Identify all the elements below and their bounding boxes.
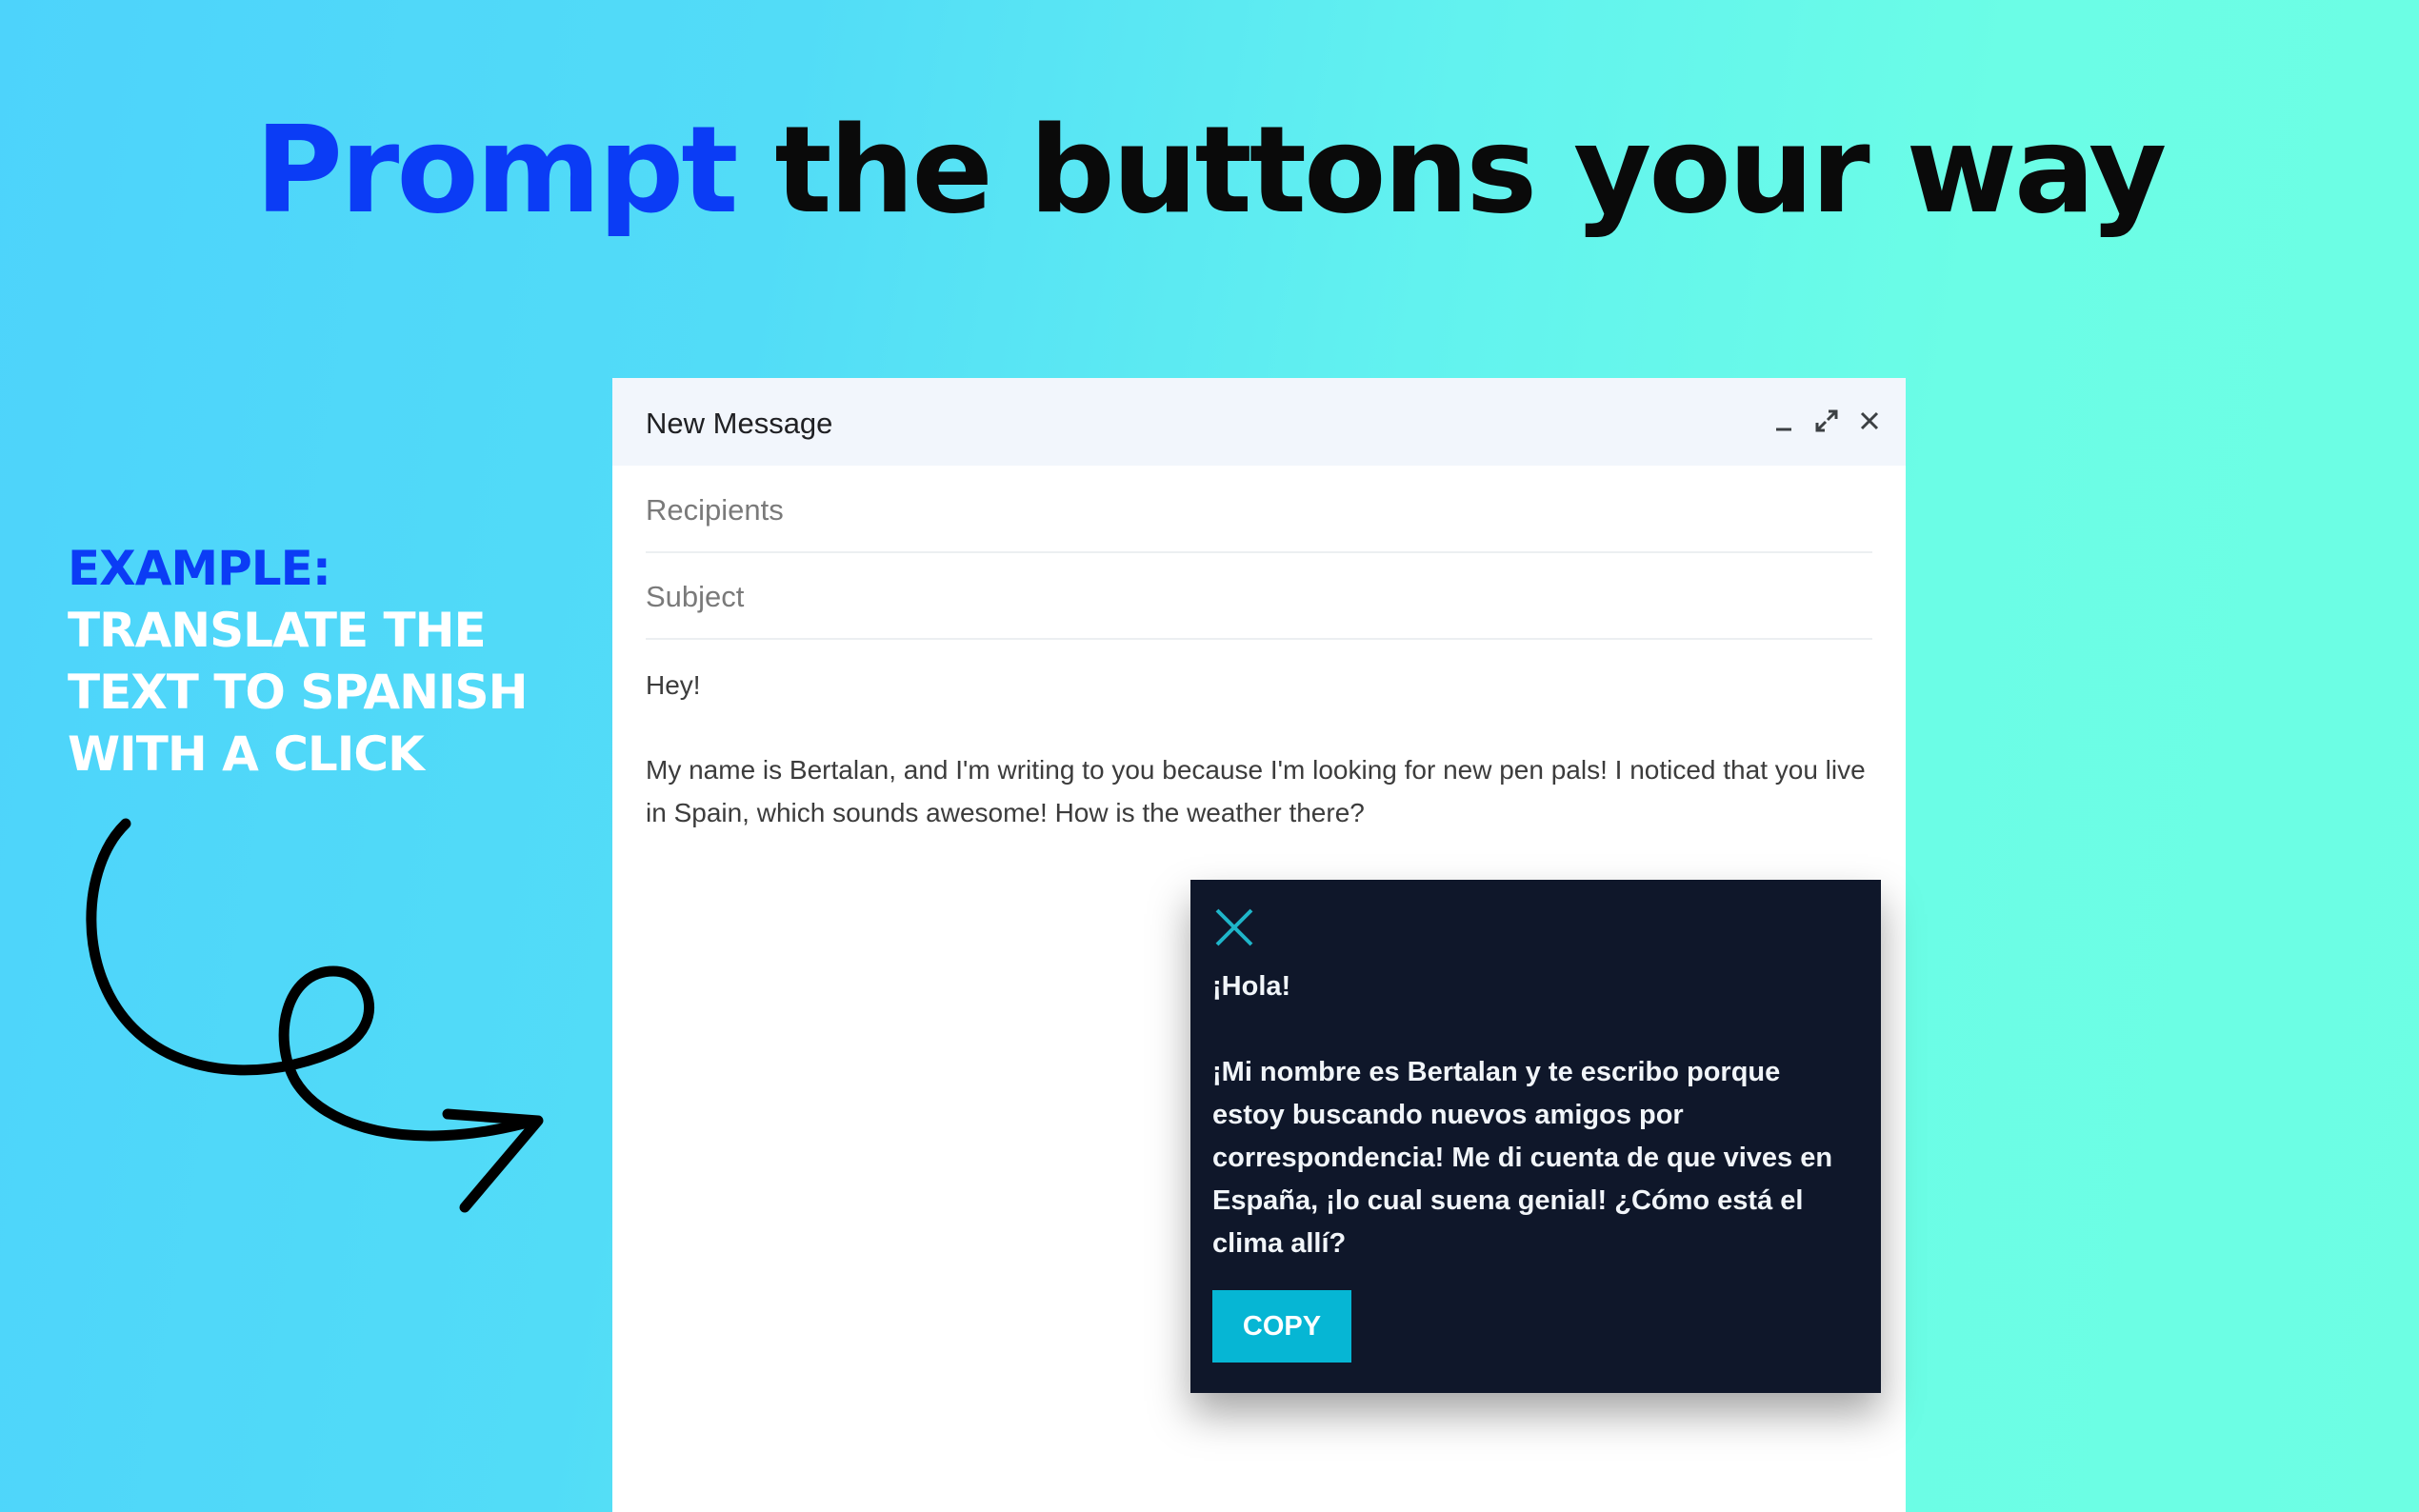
headline-rest: the buttons your way: [774, 100, 2167, 240]
copy-button[interactable]: COPY: [1212, 1290, 1351, 1363]
compose-title: New Message: [646, 407, 833, 440]
translation-popup: ¡Hola! ¡Mi nombre es Bertalan y te escri…: [1190, 880, 1881, 1393]
expand-icon[interactable]: [1808, 402, 1846, 440]
translation-paragraph: ¡Mi nombre es Bertalan y te escribo porq…: [1212, 1057, 1833, 1259]
caption-example: EXAMPLE:: [68, 541, 331, 596]
caption-line-3: WITH A CLICK: [68, 726, 425, 782]
translation-greeting: ¡Hola!: [1212, 971, 1291, 1002]
headline: Prompt the buttons your way: [0, 100, 2419, 240]
subject-placeholder: Subject: [646, 580, 745, 613]
recipients-field[interactable]: Recipients: [646, 466, 1872, 553]
caption-line-2: TEXT TO SPANISH: [68, 665, 528, 720]
close-icon[interactable]: [1850, 402, 1889, 440]
minimize-icon[interactable]: [1765, 402, 1803, 440]
message-body[interactable]: Hey! My name is Bertalan, and I'm writin…: [646, 664, 1874, 876]
curved-arrow-icon: [86, 818, 544, 1213]
side-caption: EXAMPLE: TRANSLATE THE TEXT TO SPANISH W…: [68, 538, 528, 786]
body-paragraph: My name is Bertalan, and I'm writing to …: [646, 755, 1866, 827]
caption-line-1: TRANSLATE THE: [68, 603, 487, 658]
compose-header: New Message: [612, 378, 1906, 466]
recipients-placeholder: Recipients: [646, 493, 784, 527]
translation-text: ¡Hola! ¡Mi nombre es Bertalan y te escri…: [1212, 965, 1860, 1308]
subject-field[interactable]: Subject: [646, 552, 1872, 640]
body-greeting: Hey!: [646, 670, 701, 700]
popup-close-icon[interactable]: [1212, 905, 1256, 949]
headline-accent: Prompt: [254, 100, 739, 240]
